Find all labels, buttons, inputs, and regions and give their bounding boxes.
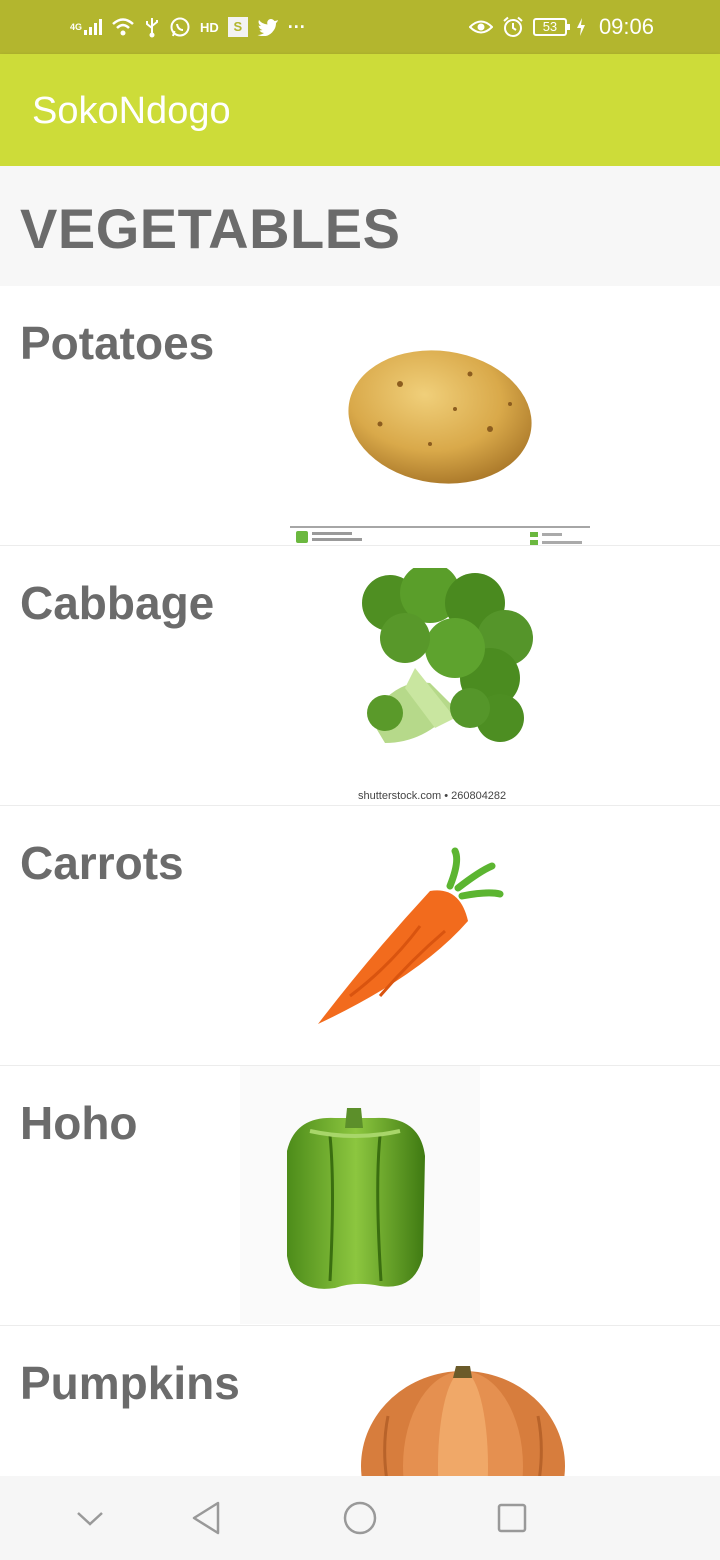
section-heading: VEGETABLES (20, 197, 401, 260)
vegetable-name: Pumpkins (20, 1357, 240, 1409)
app-bar: SokoNdogo (0, 54, 720, 166)
broccoli-image (290, 526, 590, 566)
s-app-icon: S (227, 17, 248, 37)
more-notifications-icon: ··· (287, 16, 306, 37)
alarm-icon (502, 16, 524, 38)
carrot-image (310, 846, 510, 1036)
potato-image (340, 334, 540, 484)
vegetable-name: Hoho (20, 1097, 138, 1149)
list-item-potatoes[interactable]: Potatoes (0, 286, 720, 546)
green-pepper-image (275, 1106, 435, 1296)
status-bar-left: 4G HD S ··· (70, 12, 306, 42)
network-label: 4G (70, 22, 83, 32)
status-bar: 4G HD S ··· 53 09:06 (0, 0, 720, 54)
wifi-icon (111, 17, 135, 37)
chevron-down-icon[interactable] (68, 1496, 112, 1540)
home-icon[interactable] (338, 1496, 382, 1540)
eye-icon (468, 18, 493, 36)
vegetable-list[interactable]: Potatoes Cabbage shutterstock.com • 2608… (0, 286, 720, 1476)
navigation-bar (0, 1476, 720, 1560)
status-bar-right: 53 09:06 (468, 12, 654, 42)
image-watermark: shutterstock.com • 260804282 (358, 790, 507, 802)
status-time: 09:06 (598, 14, 654, 39)
list-item-cabbage[interactable]: Cabbage shutterstock.com • 260804282 (0, 526, 720, 806)
list-item-pumpkins[interactable]: Pumpkins (0, 1326, 720, 1476)
back-icon[interactable] (184, 1496, 228, 1540)
battery-icon: 53 (532, 18, 570, 36)
broccoli-picture (335, 568, 545, 768)
charging-icon (576, 18, 586, 36)
hd-label: HD (200, 19, 219, 35)
vegetable-name: Potatoes (20, 317, 215, 369)
signal-icon: 4G (70, 19, 103, 35)
pumpkin-image (358, 1356, 568, 1476)
whatsapp-icon (169, 16, 191, 38)
list-item-hoho[interactable]: Hoho (0, 1066, 720, 1326)
list-item-carrots[interactable]: Carrots (0, 806, 720, 1066)
twitter-icon (257, 18, 279, 36)
usb-icon (144, 16, 160, 38)
vegetable-name: Cabbage (20, 577, 215, 629)
vegetable-name: Carrots (20, 837, 184, 889)
recents-icon[interactable] (490, 1496, 534, 1540)
main-content[interactable]: VEGETABLES Potatoes Cabbage shutterstock… (0, 166, 720, 1476)
app-title: SokoNdogo (32, 90, 231, 132)
